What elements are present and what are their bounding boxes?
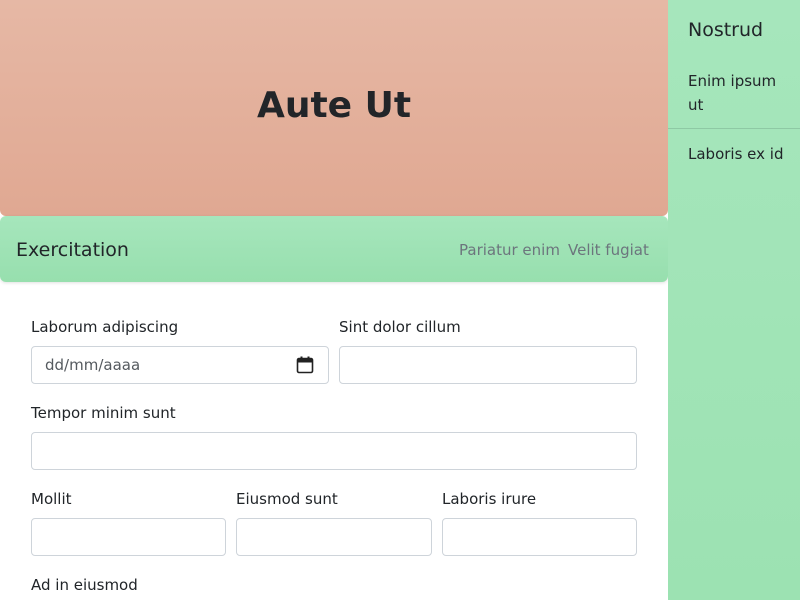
eiusmod-label: Eiusmod sunt: [236, 490, 338, 508]
ad-in-eiusmod-label: Ad in eiusmod: [31, 576, 138, 594]
sidebar-item-label: Enim ipsum ut: [688, 72, 777, 114]
nav-link-velit-fugiat[interactable]: Velit fugiat: [568, 241, 649, 259]
sidebar-item-laboris-ex-id[interactable]: Laboris ex id: [688, 142, 783, 166]
navbar-brand[interactable]: Exercitation: [16, 239, 129, 261]
eiusmod-input[interactable]: [236, 518, 432, 556]
hero-banner: Aute Ut: [0, 0, 668, 216]
sidebar-title: Nostrud: [688, 19, 764, 41]
tempor-label: Tempor minim sunt: [31, 404, 176, 422]
date-label: Laborum adipiscing: [31, 318, 179, 336]
nav-link-pariatur-enim[interactable]: Pariatur enim: [459, 241, 560, 259]
tempor-input[interactable]: [31, 432, 637, 470]
date-input[interactable]: dd/mm/aaaa: [31, 346, 329, 384]
main-content: Aute Ut Exercitation Pariatur enim Velit…: [0, 0, 668, 600]
laboris-label: Laboris irure: [442, 490, 537, 508]
hero-title: Aute Ut: [256, 84, 412, 126]
sint-label: Sint dolor cillum: [339, 318, 461, 336]
sidebar: Nostrud Enim ipsum ut Laboris ex id: [668, 0, 800, 600]
laboris-input[interactable]: [442, 518, 637, 556]
navbar: Exercitation Pariatur enim Velit fugiat: [0, 216, 668, 282]
mollit-input[interactable]: [31, 518, 226, 556]
mollit-label: Mollit: [31, 490, 72, 508]
sint-input[interactable]: [339, 346, 637, 384]
sidebar-item-enim-ipsum-ut[interactable]: Enim ipsum ut: [668, 58, 800, 129]
date-placeholder: dd/mm/aaaa: [45, 356, 141, 374]
calendar-icon[interactable]: [296, 356, 314, 374]
